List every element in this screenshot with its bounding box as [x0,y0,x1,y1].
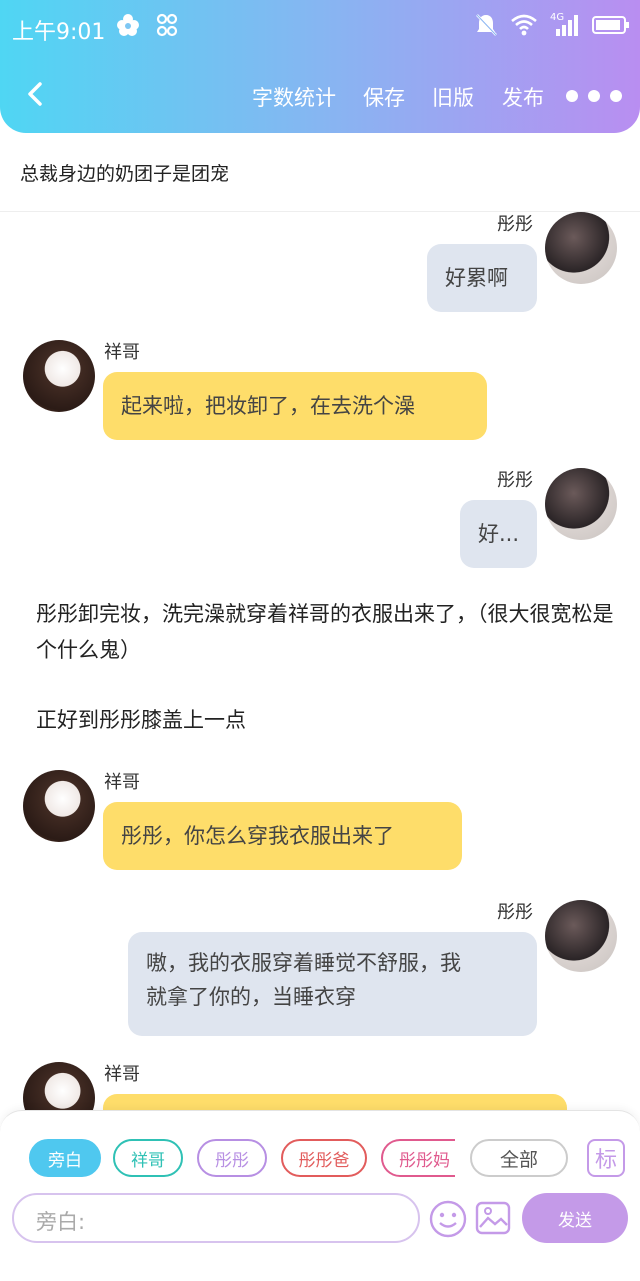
app-header: 上午9:01 4G 字数统计 保存 旧版 发布 [0,0,640,133]
message-line: 嗷，我的衣服穿着睡觉不舒服，我 [146,951,461,975]
network-type: 4G [550,12,565,23]
narration-text[interactable]: 正好到彤彤膝盖上一点 [36,702,616,738]
narration-line: 彤彤卸完妆，洗完澡就穿着祥哥的衣服出来了，（很大很宽松是个什么鬼） [36,602,614,662]
back-arrow-icon[interactable] [18,74,54,114]
send-button[interactable]: 发送 [522,1193,628,1243]
old-version-button[interactable]: 旧版 [432,82,474,112]
narration-text[interactable]: 彤彤卸完妆，洗完澡就穿着祥哥的衣服出来了，（很大很宽松是个什么鬼） [36,596,616,668]
message-bubble-left[interactable]: 彤彤，你怎么穿我衣服出来了 [103,802,462,870]
more-menu-icon[interactable] [566,90,622,102]
speaker-name: 祥哥 [104,1064,140,1085]
battery-icon [592,16,629,34]
role-chip-narration[interactable]: 旁白 [29,1139,101,1177]
role-chip-xiangge[interactable]: 祥哥 [113,1139,183,1177]
speaker-name: 彤彤 [497,470,533,491]
composer-panel: 旁白 祥哥 彤彤 彤彤爸 彤彤妈 全部 标 旁白: 发送 [0,1110,640,1281]
message-bubble-left[interactable]: 起来啦，把妆卸了，在去洗个澡 [103,372,487,440]
chat-area[interactable]: 彤彤 好累啊 祥哥 起来啦，把妆卸了，在去洗个澡 彤彤 好... 彤彤卸完妆，洗… [0,212,640,1110]
story-title-bar: 总裁身边的奶团子是团宠 [0,133,640,212]
speaker-name: 彤彤 [497,214,533,235]
status-bar: 上午9:01 4G [0,0,640,56]
role-chip-tongtong[interactable]: 彤彤 [197,1139,267,1177]
save-button[interactable]: 保存 [363,82,405,112]
link-icon [156,13,178,37]
role-chip-tongtong-mom[interactable]: 彤彤妈 [381,1139,455,1177]
role-chip-all[interactable]: 全部 [470,1139,568,1177]
role-chip-tongtong-dad[interactable]: 彤彤爸 [281,1139,367,1177]
mute-bell-icon [476,14,497,36]
wifi-icon [511,14,537,36]
avatar-xiangge[interactable] [23,770,95,842]
mark-button[interactable]: 标 [587,1139,625,1177]
narration-line: 正好到彤彤膝盖上一点 [36,708,246,732]
speaker-name: 祥哥 [104,342,140,363]
status-time: 上午9:01 [12,20,106,45]
speaker-name: 彤彤 [497,902,533,923]
editor-toolbar: 字数统计 保存 旧版 发布 [0,70,640,122]
message-bubble-right[interactable]: 好累啊 [427,244,537,312]
publish-button[interactable]: 发布 [502,82,544,112]
avatar-tongtong[interactable] [545,900,617,972]
message-input[interactable]: 旁白: [12,1193,420,1243]
signal-icon: 4G [550,12,580,38]
avatar-tongtong[interactable] [545,212,617,284]
speaker-name: 祥哥 [104,772,140,793]
story-title[interactable]: 总裁身边的奶团子是团宠 [20,159,229,186]
flower-icon [117,14,139,36]
avatar-xiangge[interactable] [23,1062,95,1110]
message-line: 就拿了你的，当睡衣穿 [146,985,356,1009]
message-bubble-left[interactable] [103,1094,567,1110]
emoji-icon[interactable] [428,1199,468,1239]
message-bubble-right[interactable]: 嗷，我的衣服穿着睡觉不舒服，我 就拿了你的，当睡衣穿 [128,932,537,1036]
image-icon[interactable] [474,1199,512,1237]
word-count-button[interactable]: 字数统计 [252,82,336,112]
message-bubble-right[interactable]: 好... [460,500,537,568]
avatar-tongtong[interactable] [545,468,617,540]
avatar-xiangge[interactable] [23,340,95,412]
